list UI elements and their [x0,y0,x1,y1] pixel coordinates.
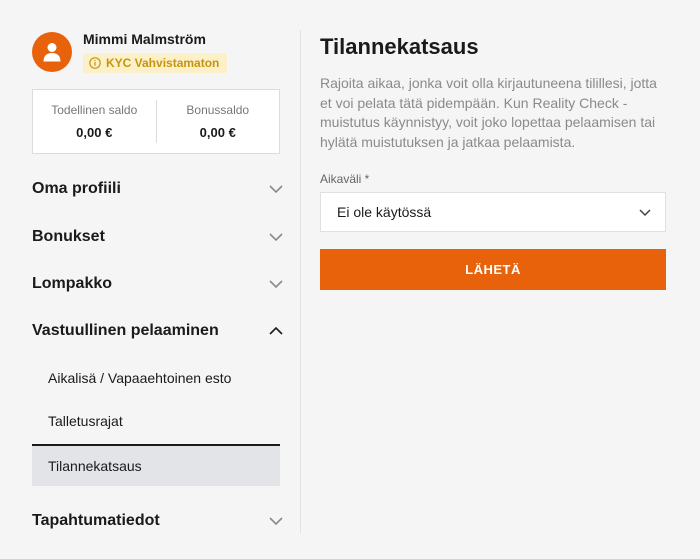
interval-select[interactable]: Ei ole käytössä [320,192,666,232]
menu-label-transactions: Tapahtumatiedot [32,512,160,529]
real-balance: Todellinen saldo 0,00 € [33,90,156,153]
user-name: Mimmi Malmström [83,31,206,47]
real-balance-value: 0,00 € [76,125,113,140]
real-balance-label: Todellinen saldo [51,103,138,117]
menu-item-transactions[interactable]: Tapahtumatiedot [32,509,284,533]
menu-label-profile: Oma profiili [32,180,121,197]
menu-label-responsible-gaming: Vastuullinen pelaaminen [32,322,219,339]
page-description: Rajoita aikaa, jonka voit olla kirjautun… [320,75,657,150]
menu-item-responsible-gaming[interactable]: Vastuullinen pelaaminen [32,319,284,343]
menu-item-bonuses[interactable]: Bonukset [32,225,284,249]
column-divider [300,30,301,533]
menu-item-profile[interactable]: Oma profiili [32,177,284,201]
submenu-item-deposit-limits[interactable]: Talletusrajat [32,400,280,442]
chevron-down-icon [268,513,284,529]
submit-button[interactable]: LÄHETÄ [320,249,666,290]
account-sidebar: Mimmi Malmström KYC Vahvistamaton Todell… [0,0,300,559]
kyc-status-badge: KYC Vahvistamaton [83,53,228,73]
submenu-item-timeout[interactable]: Aikalisä / Vapaaehtoinen esto [32,357,280,399]
bonus-balance-label: Bonussaldo [186,103,250,117]
bonus-balance-value: 0,00 € [199,125,236,140]
menu-label-bonuses: Bonukset [32,228,105,245]
chevron-down-icon [268,181,284,197]
submenu-item-reality-check[interactable]: Tilannekatsaus [32,444,280,486]
chevron-down-icon [268,229,284,245]
balance-panel: Todellinen saldo 0,00 € Bonussaldo 0,00 … [32,89,280,154]
chevron-down-icon [268,276,284,292]
user-icon [43,43,61,62]
bonus-balance: Bonussaldo 0,00 € [157,90,280,153]
interval-field-label: Aikaväli * [320,172,370,186]
avatar [32,32,72,72]
info-circle-icon [89,57,101,69]
chevron-down-icon [637,204,653,220]
menu-label-wallet: Lompakko [32,275,113,292]
kyc-badge-label: KYC Vahvistamaton [106,56,220,70]
chevron-up-icon [268,323,284,339]
page-title: Tilannekatsaus [320,34,479,59]
interval-select-value: Ei ole käytössä [337,204,432,220]
menu-item-wallet[interactable]: Lompakko [32,272,284,296]
